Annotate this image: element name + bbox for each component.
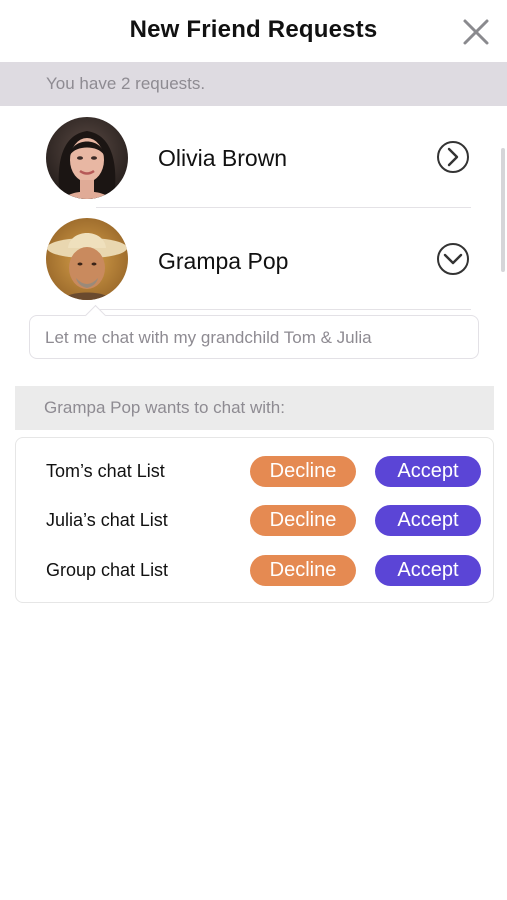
scrollbar[interactable] (501, 148, 505, 272)
accept-button[interactable]: Accept (375, 505, 481, 536)
collapse-button[interactable] (436, 242, 470, 276)
chat-list-row-group: Group chat List Decline Accept (16, 553, 493, 589)
request-message-bubble: Let me chat with my grandchild Tom & Jul… (29, 315, 479, 359)
avatar (46, 117, 128, 199)
request-name: Grampa Pop (158, 248, 289, 274)
chat-list-label: Group chat List (46, 560, 169, 580)
request-message-text: Let me chat with my grandchild Tom & Jul… (45, 328, 372, 347)
divider (96, 309, 471, 310)
chat-list-label: Tom’s chat List (46, 461, 165, 481)
chat-list-label: Julia’s chat List (46, 510, 168, 530)
avatar-image (46, 218, 128, 300)
request-row-grampa-pop[interactable]: Grampa Pop (0, 208, 507, 308)
avatar (46, 218, 128, 300)
page-title: New Friend Requests (129, 16, 378, 43)
chevron-down-circle-icon (437, 243, 469, 275)
request-row-olivia-brown[interactable]: Olivia Brown (0, 106, 507, 206)
decline-button[interactable]: Decline (250, 505, 356, 536)
request-name: Olivia Brown (158, 145, 288, 171)
header: New Friend Requests (0, 0, 507, 62)
decline-button[interactable]: Decline (250, 555, 356, 586)
requests-count-text: You have 2 requests. (46, 74, 206, 93)
accept-button[interactable]: Accept (375, 555, 481, 586)
chat-list-row-tom: Tom’s chat List Decline Accept (16, 454, 493, 490)
avatar-image (46, 117, 128, 199)
wants-chat-text: Grampa Pop wants to chat with: (44, 398, 285, 417)
decline-button[interactable]: Decline (250, 456, 356, 487)
chat-list-row-julia: Julia’s chat List Decline Accept (16, 503, 493, 539)
requests-count-bar: You have 2 requests. (0, 62, 507, 106)
chevron-right-circle-icon (437, 141, 469, 173)
chat-list-card: Tom’s chat List Decline Accept Julia’s c… (15, 437, 494, 603)
wants-chat-bar: Grampa Pop wants to chat with: (15, 386, 494, 430)
expand-button[interactable] (436, 140, 470, 174)
friend-requests-screen: New Friend Requests You have 2 requests. (0, 0, 507, 900)
close-button[interactable] (461, 17, 491, 47)
close-icon (463, 19, 489, 45)
accept-button[interactable]: Accept (375, 456, 481, 487)
